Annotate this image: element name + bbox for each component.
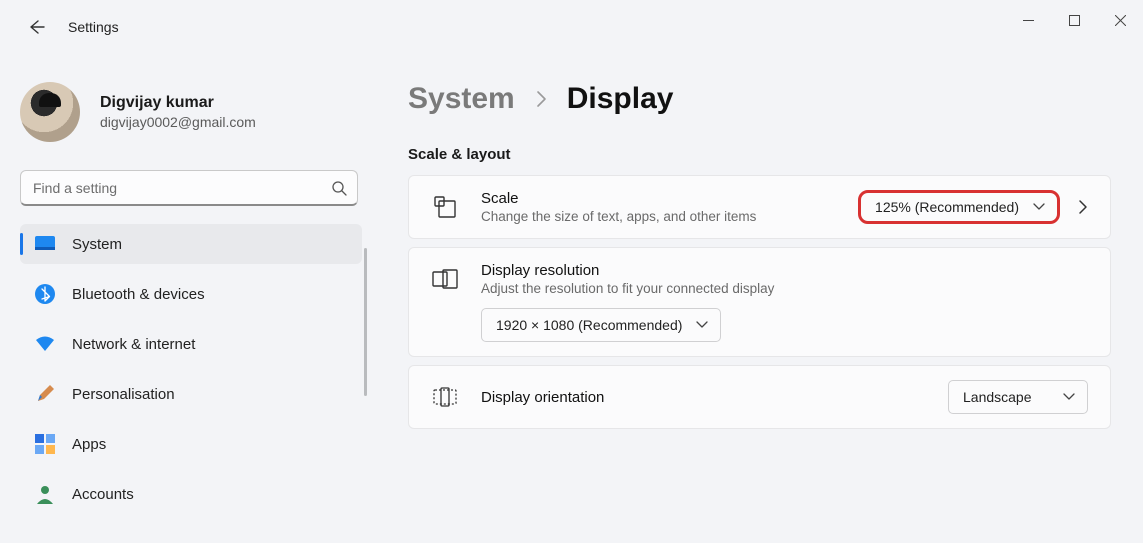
scale-subtitle: Change the size of text, apps, and other… xyxy=(481,209,858,224)
window-controls xyxy=(1005,0,1143,40)
orientation-dropdown[interactable]: Landscape xyxy=(948,380,1088,414)
bluetooth-icon xyxy=(34,283,56,305)
scale-icon xyxy=(431,193,459,221)
breadcrumb: System Display xyxy=(408,82,1111,116)
sidebar-item-network[interactable]: Network & internet xyxy=(20,324,362,364)
chevron-down-icon xyxy=(696,321,708,329)
scale-title: Scale xyxy=(481,190,858,207)
back-button[interactable] xyxy=(22,13,50,41)
search-input[interactable] xyxy=(33,180,331,196)
scale-selected-value: 125% (Recommended) xyxy=(875,199,1019,215)
sidebar-item-label: Network & internet xyxy=(72,336,195,353)
sidebar-item-label: Apps xyxy=(72,436,106,453)
apps-icon xyxy=(34,433,56,455)
expand-scale-button[interactable] xyxy=(1078,199,1088,215)
resolution-setting: Display resolution Adjust the resolution… xyxy=(408,247,1111,357)
avatar xyxy=(20,82,80,142)
minimize-button[interactable] xyxy=(1005,0,1051,40)
wifi-icon xyxy=(34,333,56,355)
resolution-dropdown[interactable]: 1920 × 1080 (Recommended) xyxy=(481,308,721,342)
orientation-selected-value: Landscape xyxy=(963,389,1032,405)
app-title: Settings xyxy=(68,19,119,35)
resolution-title: Display resolution xyxy=(481,262,1088,279)
sidebar-item-label: Personalisation xyxy=(72,386,175,403)
search-field[interactable] xyxy=(20,170,358,206)
sidebar-item-label: Accounts xyxy=(72,486,134,503)
system-icon xyxy=(34,233,56,255)
sidebar: Digvijay kumar digvijay0002@gmail.com Sy… xyxy=(0,54,370,543)
section-title: Scale & layout xyxy=(408,146,1111,163)
sidebar-item-label: System xyxy=(72,236,122,253)
sidebar-nav: System Bluetooth & devices Network & int… xyxy=(20,224,364,524)
main-content: System Display Scale & layout Scale Chan… xyxy=(370,54,1143,543)
sidebar-item-apps[interactable]: Apps xyxy=(20,424,362,464)
chevron-right-icon xyxy=(535,90,547,108)
account-block[interactable]: Digvijay kumar digvijay0002@gmail.com xyxy=(20,82,364,142)
sidebar-item-accounts[interactable]: Accounts xyxy=(20,474,362,514)
maximize-button[interactable] xyxy=(1051,0,1097,40)
close-button[interactable] xyxy=(1097,0,1143,40)
search-icon xyxy=(331,180,347,196)
breadcrumb-current: Display xyxy=(567,82,674,116)
sidebar-item-personalisation[interactable]: Personalisation xyxy=(20,374,362,414)
person-icon xyxy=(34,483,56,505)
sidebar-item-system[interactable]: System xyxy=(20,224,362,264)
resolution-icon xyxy=(431,265,459,293)
orientation-title: Display orientation xyxy=(481,389,948,406)
resolution-subtitle: Adjust the resolution to fit your connec… xyxy=(481,281,1088,296)
sidebar-item-bluetooth[interactable]: Bluetooth & devices xyxy=(20,274,362,314)
account-email: digvijay0002@gmail.com xyxy=(100,114,256,130)
brush-icon xyxy=(34,383,56,405)
scale-setting: Scale Change the size of text, apps, and… xyxy=(408,175,1111,239)
sidebar-scrollbar[interactable] xyxy=(364,248,367,396)
topbar: Settings xyxy=(0,0,1143,54)
chevron-down-icon xyxy=(1033,203,1045,211)
sidebar-item-label: Bluetooth & devices xyxy=(72,286,205,303)
resolution-selected-value: 1920 × 1080 (Recommended) xyxy=(496,317,682,333)
account-name: Digvijay kumar xyxy=(100,94,256,112)
orientation-setting: Display orientation Landscape xyxy=(408,365,1111,429)
breadcrumb-parent[interactable]: System xyxy=(408,82,515,116)
chevron-down-icon xyxy=(1063,393,1075,401)
orientation-icon xyxy=(431,383,459,411)
scale-dropdown[interactable]: 125% (Recommended) xyxy=(858,190,1060,224)
